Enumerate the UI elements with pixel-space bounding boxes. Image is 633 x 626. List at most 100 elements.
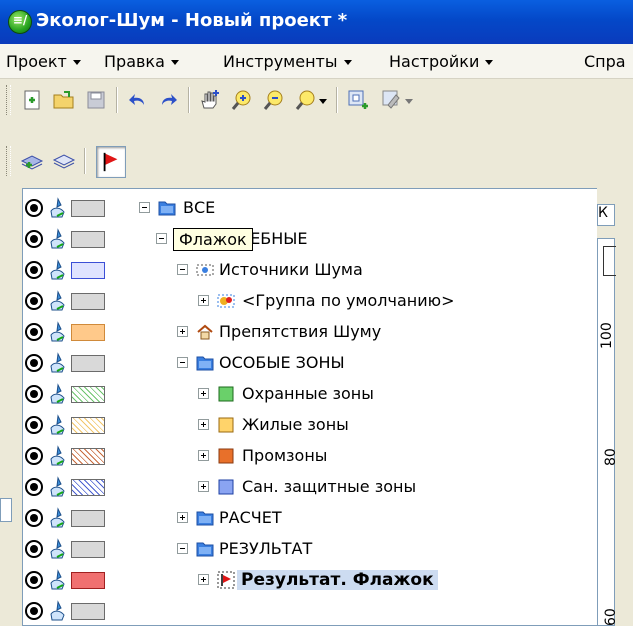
folder-icon: [196, 511, 214, 526]
brush-icon[interactable]: [47, 228, 69, 250]
tree-expander[interactable]: [177, 543, 188, 554]
tree-row[interactable]: ВСЕ: [23, 193, 598, 224]
save-icon[interactable]: [84, 88, 108, 112]
tree-row[interactable]: Препятствия Шуму: [23, 317, 598, 348]
layer-color-swatch[interactable]: [71, 479, 105, 496]
flag-tool-button[interactable]: [96, 146, 126, 178]
layer-color-swatch[interactable]: [71, 231, 105, 248]
layer-color-swatch[interactable]: [71, 541, 105, 558]
brush-icon[interactable]: [47, 259, 69, 281]
brush-icon[interactable]: [47, 600, 69, 622]
chevron-down-icon[interactable]: [404, 88, 414, 112]
layer-color-swatch[interactable]: [71, 355, 105, 372]
brush-icon[interactable]: [47, 321, 69, 343]
layer-color-swatch[interactable]: [71, 293, 105, 310]
brush-icon[interactable]: [47, 476, 69, 498]
eye-icon[interactable]: [25, 230, 43, 248]
eye-icon[interactable]: [25, 571, 43, 589]
eye-icon[interactable]: [25, 354, 43, 372]
tree-row[interactable]: Результат. Флажок: [23, 565, 598, 596]
toolbar-grip[interactable]: [6, 146, 11, 176]
tree-expander[interactable]: [177, 326, 188, 337]
tree-expander[interactable]: [198, 450, 209, 461]
menu-help[interactable]: Спра: [584, 52, 626, 71]
layer-add-icon[interactable]: [346, 88, 370, 112]
zoom-in-icon[interactable]: [230, 88, 254, 112]
tree-expander[interactable]: [198, 574, 209, 585]
layer-color-swatch[interactable]: [71, 324, 105, 341]
pan-hand-icon[interactable]: [198, 88, 222, 112]
tree-row[interactable]: Промзоны: [23, 441, 598, 472]
redo-icon[interactable]: [156, 88, 180, 112]
brush-icon[interactable]: [47, 538, 69, 560]
eye-icon[interactable]: [25, 509, 43, 527]
eye-icon[interactable]: [25, 385, 43, 403]
brush-icon[interactable]: [47, 352, 69, 374]
tree-row[interactable]: <Группа по умолчанию>: [23, 286, 598, 317]
brush-icon[interactable]: [47, 383, 69, 405]
eye-icon[interactable]: [25, 540, 43, 558]
eye-icon[interactable]: [25, 292, 43, 310]
layer-color-swatch[interactable]: [71, 572, 105, 589]
tree-row[interactable]: Жилые зоны: [23, 410, 598, 441]
zoom-out-icon[interactable]: [262, 88, 286, 112]
layer-color-swatch[interactable]: [71, 200, 105, 217]
undo-icon[interactable]: [126, 88, 150, 112]
tree-node-label: ВСЕ: [183, 198, 216, 217]
tree-row[interactable]: Источники Шума: [23, 255, 598, 286]
new-document-icon[interactable]: [20, 88, 44, 112]
tree-expander[interactable]: [198, 419, 209, 430]
layer-color-swatch[interactable]: [71, 386, 105, 403]
layer-color-swatch[interactable]: [71, 448, 105, 465]
eye-icon[interactable]: [25, 261, 43, 279]
brush-icon[interactable]: [47, 569, 69, 591]
tree-expander[interactable]: [156, 233, 167, 244]
chevron-down-icon[interactable]: [318, 88, 328, 112]
zoom-dropdown-icon[interactable]: [294, 88, 318, 112]
tree-row[interactable]: РЕЗУЛЬТАТ: [23, 534, 598, 565]
title-bar[interactable]: ≡/ Эколог-Шум - Новый проект *: [0, 0, 633, 44]
brush-icon[interactable]: [47, 445, 69, 467]
layer-edit-icon[interactable]: [380, 88, 404, 112]
tree-row[interactable]: РАСЧЕТ: [23, 503, 598, 534]
brush-icon[interactable]: [47, 197, 69, 219]
add-layer-group-icon[interactable]: [20, 149, 44, 173]
eye-icon[interactable]: [25, 447, 43, 465]
layer-color-swatch[interactable]: [71, 510, 105, 527]
tree-row[interactable]: ОСОБЫЕ ЗОНЫ: [23, 348, 598, 379]
tree-expander[interactable]: [139, 202, 150, 213]
toolbar-grip[interactable]: [6, 85, 11, 115]
tree-expander[interactable]: [198, 481, 209, 492]
tree-expander[interactable]: [198, 388, 209, 399]
tree-row[interactable]: Сан. защитные зоны: [23, 472, 598, 503]
eye-icon[interactable]: [25, 199, 43, 217]
brush-icon[interactable]: [47, 290, 69, 312]
eye-icon[interactable]: [25, 478, 43, 496]
eye-icon[interactable]: [25, 416, 43, 434]
folder-icon: [196, 542, 214, 557]
menu-tools[interactable]: Инструменты: [223, 52, 352, 71]
tree-row[interactable]: СЛУЖЕБНЫЕ: [23, 224, 598, 255]
tree-node-label: Препятствия Шуму: [219, 322, 382, 341]
brush-icon[interactable]: [47, 507, 69, 529]
tree-row[interactable]: Охранные зоны: [23, 379, 598, 410]
layer-color-swatch[interactable]: [71, 603, 105, 620]
eye-icon[interactable]: [25, 602, 43, 620]
panel-tab[interactable]: К: [597, 204, 615, 226]
menu-settings[interactable]: Настройки: [389, 52, 494, 71]
splitter-handle[interactable]: [0, 498, 12, 522]
brush-icon[interactable]: [47, 414, 69, 436]
layer-group-icon[interactable]: [52, 149, 76, 173]
eye-icon[interactable]: [25, 323, 43, 341]
menu-edit[interactable]: Правка: [104, 52, 179, 71]
tree-expander[interactable]: [177, 512, 188, 523]
open-folder-icon[interactable]: [52, 88, 76, 112]
tree-expander[interactable]: [177, 357, 188, 368]
layer-color-swatch[interactable]: [71, 417, 105, 434]
tree-node-label: Сан. защитные зоны: [242, 477, 417, 496]
tree-expander[interactable]: [198, 295, 209, 306]
menu-project[interactable]: Проект: [6, 52, 81, 71]
tree-expander[interactable]: [177, 264, 188, 275]
layer-color-swatch[interactable]: [71, 262, 105, 279]
tree-row[interactable]: [23, 596, 598, 625]
